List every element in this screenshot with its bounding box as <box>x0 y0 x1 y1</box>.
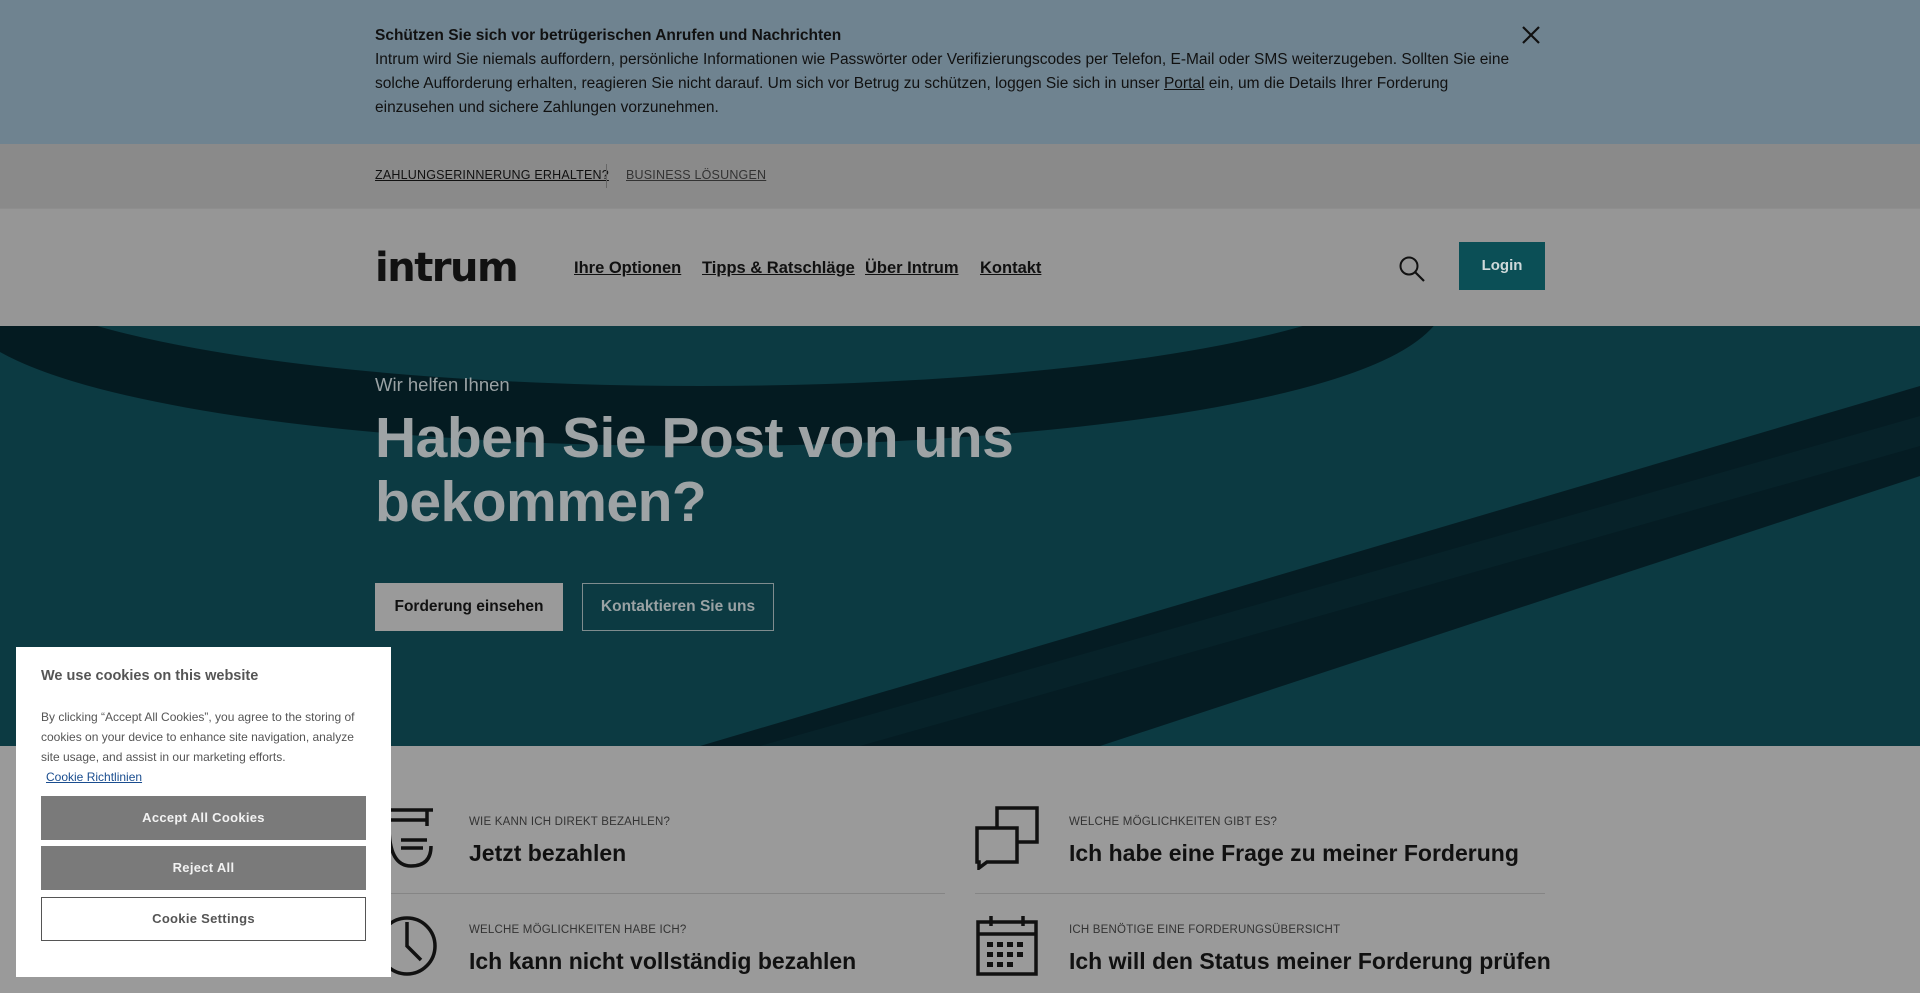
hero-eyebrow: Wir helfen Ihnen <box>375 374 510 395</box>
login-button[interactable]: Login <box>1459 242 1545 290</box>
business-solutions-link[interactable]: BUSINESS LÖSUNGEN <box>626 168 766 182</box>
cookie-description: By clicking “Accept All Cookies”, you ag… <box>41 707 371 787</box>
option-card-status[interactable]: ICH BENÖTIGE EINE FORDERUNGSÜBERSICHT Ic… <box>975 914 1551 993</box>
cookie-text: By clicking “Accept All Cookies”, you ag… <box>41 710 355 764</box>
option-title: Ich habe eine Frage zu meiner Forderung <box>1069 840 1519 866</box>
search-icon[interactable] <box>1398 255 1426 283</box>
hero-title: Haben Sie Post von uns bekommen? <box>375 406 1014 534</box>
option-eyebrow: ICH BENÖTIGE EINE FORDERUNGSÜBERSICHT <box>1069 924 1341 936</box>
cookie-policy-link[interactable]: Cookie Richtlinien <box>46 767 142 787</box>
alert-title: Schützen Sie sich vor betrügerischen Anr… <box>375 27 842 44</box>
utility-nav: ZAHLUNGSERINNERUNG ERHALTEN? BUSINESS LÖ… <box>0 144 1920 208</box>
intrum-logo[interactable]: intrum <box>375 245 519 291</box>
portal-link[interactable]: Portal <box>1164 75 1205 92</box>
calendar-icon <box>976 916 1038 976</box>
nav-item-ihre-optionen[interactable]: Ihre Optionen <box>574 259 681 278</box>
cookie-settings-button[interactable]: Cookie Settings <box>41 897 366 941</box>
fraud-alert-banner: Schützen Sie sich vor betrügerischen Anr… <box>0 0 1920 144</box>
option-eyebrow: WELCHE MÖGLICHKEITEN GIBT ES? <box>1069 816 1278 828</box>
option-card-question[interactable]: WELCHE MÖGLICHKEITEN GIBT ES? Ich habe e… <box>975 806 1545 894</box>
alert-body: Intrum wird Sie niemals auffordern, pers… <box>375 48 1520 120</box>
close-icon[interactable] <box>1520 24 1542 46</box>
accept-all-cookies-button[interactable]: Accept All Cookies <box>41 796 366 840</box>
view-claim-button[interactable]: Forderung einsehen <box>375 583 563 631</box>
option-card-partial-payment[interactable]: WELCHE MÖGLICHKEITEN HABE ICH? Ich kann … <box>375 914 945 993</box>
reject-all-button[interactable]: Reject All <box>41 846 366 890</box>
utility-divider <box>606 164 607 188</box>
chat-bubbles-icon <box>975 806 1039 870</box>
contact-us-button[interactable]: Kontaktieren Sie uns <box>582 583 774 631</box>
option-card-pay-now[interactable]: WIE KANN ICH DIREKT BEZAHLEN? Jetzt beza… <box>375 806 945 894</box>
option-title: Jetzt bezahlen <box>469 840 627 866</box>
cookie-title: We use cookies on this website <box>41 668 259 684</box>
option-eyebrow: WIE KANN ICH DIREKT BEZAHLEN? <box>469 816 671 828</box>
nav-item-tipps[interactable]: Tipps & Ratschläge <box>702 259 855 278</box>
payment-reminder-link[interactable]: ZAHLUNGSERINNERUNG ERHALTEN? <box>375 168 609 182</box>
nav-item-ueber-intrum[interactable]: Über Intrum <box>865 259 959 278</box>
cookie-consent-dialog: We use cookies on this website By clicki… <box>16 647 391 977</box>
option-eyebrow: WELCHE MÖGLICHKEITEN HABE ICH? <box>469 924 687 936</box>
option-title: Ich kann nicht vollständig bezahlen <box>469 948 857 974</box>
nav-item-kontakt[interactable]: Kontakt <box>980 259 1041 278</box>
site-header: intrum Ihre Optionen Tipps & Ratschläge … <box>0 208 1920 326</box>
alert-content: Schützen Sie sich vor betrügerischen Anr… <box>375 24 1520 120</box>
option-title: Ich will den Status meiner Forderung prü… <box>1069 948 1551 974</box>
